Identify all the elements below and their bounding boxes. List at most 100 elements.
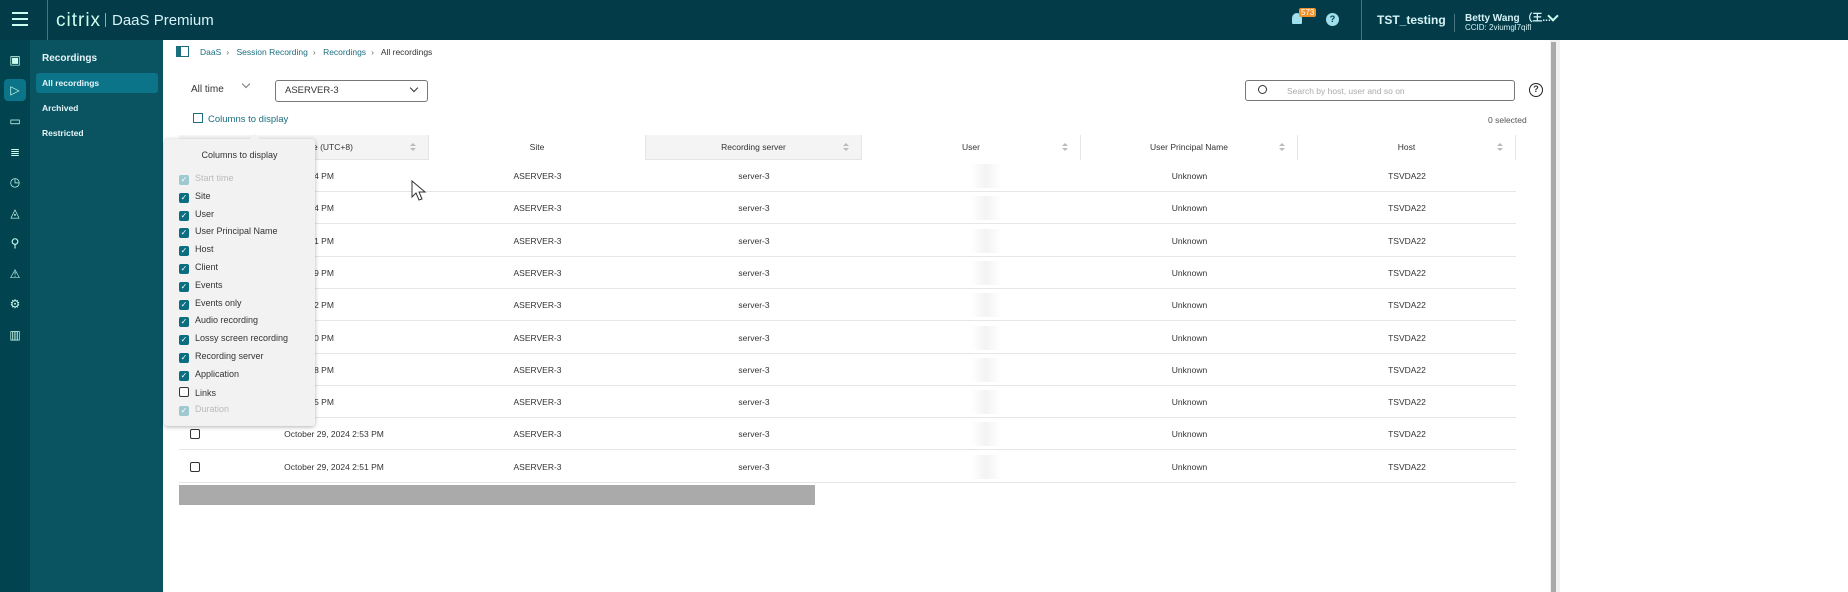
- checkbox[interactable]: ✓: [179, 335, 189, 346]
- cell-upn: Unknown: [1171, 203, 1208, 214]
- cell-site: ASERVER-3: [513, 429, 562, 440]
- table-row[interactable]: 2024 3:49 PM ASERVER-3 server-3 Unknown …: [179, 257, 1516, 289]
- checkbox[interactable]: ✓: [179, 353, 189, 363]
- checkbox[interactable]: ✓: [179, 370, 189, 381]
- time-filter[interactable]: All time: [191, 84, 224, 95]
- notification-badge[interactable]: 573: [1299, 8, 1317, 17]
- subnav: Recordings All recordings Archived Restr…: [30, 40, 163, 592]
- column-option-client[interactable]: ✓ Client: [179, 262, 218, 276]
- subnav-item-archived[interactable]: Archived: [36, 98, 158, 118]
- header-recording-server[interactable]: Recording server: [646, 135, 862, 160]
- main-content: DaaS › Session Recording › Recordings › All…: [163, 40, 1848, 592]
- cell-upn: Unknown: [1171, 397, 1208, 408]
- cell-user-redacted: [971, 164, 1001, 188]
- column-option-events[interactable]: ✓ Events: [179, 280, 223, 294]
- column-option-host[interactable]: ✓ Host: [179, 244, 214, 258]
- columns-link-label: Columns to display: [208, 114, 289, 125]
- bell-icon[interactable]: ◬: [7, 205, 23, 221]
- divider: [105, 13, 106, 27]
- user-list-icon[interactable]: ⚲: [7, 235, 23, 251]
- checkbox[interactable]: ✓: [179, 299, 189, 310]
- row-checkbox[interactable]: [190, 429, 200, 440]
- checkbox[interactable]: ✓: [179, 264, 189, 274]
- sort-icon[interactable]: [1062, 143, 1068, 153]
- cell-site: ASERVER-3: [513, 235, 562, 246]
- table-row[interactable]: 2024 3:51 PM ASERVER-3 server-3 Unknown …: [179, 225, 1516, 257]
- user-name[interactable]: Betty Wang （王...: [1465, 9, 1551, 24]
- cell-upn: Unknown: [1171, 300, 1208, 311]
- help-icon[interactable]: ?: [1326, 13, 1339, 26]
- search-input[interactable]: Search by host, user and so on: [1245, 80, 1515, 101]
- breadcrumb-recordings[interactable]: Recordings: [323, 47, 366, 57]
- column-option-lossy-screen-recording[interactable]: ✓ Lossy screen recording: [179, 333, 288, 347]
- vertical-scrollbar[interactable]: [1551, 42, 1556, 592]
- column-option-application[interactable]: ✓ Application: [179, 369, 239, 383]
- sort-icon[interactable]: [843, 143, 849, 153]
- table-row[interactable]: 2024 3:54 PM ASERVER-3 server-3 Unknown …: [179, 192, 1516, 225]
- sort-icon[interactable]: [410, 143, 416, 153]
- columns-icon: [193, 113, 203, 123]
- column-option-user-principal-name[interactable]: ✓ User Principal Name: [179, 226, 278, 240]
- column-option-site[interactable]: ✓ Site: [179, 191, 211, 205]
- subnav-item-all-recordings[interactable]: All recordings: [36, 73, 158, 93]
- dashboard-icon[interactable]: ▣: [7, 52, 23, 68]
- checkbox[interactable]: ✓: [179, 192, 189, 203]
- subnav-item-restricted[interactable]: Restricted: [36, 123, 158, 143]
- table-row[interactable]: 2024 2:55 PM ASERVER-3 server-3 Unknown …: [179, 386, 1516, 419]
- cell-user-redacted: [971, 422, 1001, 447]
- checkbox[interactable]: ✓: [179, 246, 189, 257]
- cell-upn: Unknown: [1171, 429, 1208, 440]
- table-row[interactable]: 2024 4:04 PM ASERVER-3 server-3 Unknown …: [179, 160, 1516, 192]
- checkbox[interactable]: ✓: [179, 228, 189, 239]
- policy-icon[interactable]: ◷: [7, 174, 23, 190]
- breadcrumb-session-recording[interactable]: Session Recording: [236, 47, 307, 57]
- checkbox[interactable]: [179, 386, 189, 397]
- columns-popup: Columns to display ✓ Start time ✓ Site ✓ User…: [164, 134, 315, 426]
- chevron-down-icon[interactable]: [241, 79, 251, 89]
- checkbox[interactable]: ✓: [179, 317, 189, 328]
- option-label: Recording server: [195, 351, 264, 361]
- site-select[interactable]: ASERVER-3: [275, 80, 428, 102]
- table-row[interactable]: 2024 3:02 PM ASERVER-3 server-3 Unknown …: [179, 289, 1516, 322]
- column-option-user[interactable]: ✓ User: [179, 209, 214, 223]
- sort-icon[interactable]: [1279, 143, 1285, 153]
- tenant-name[interactable]: TST_testing: [1377, 13, 1446, 27]
- option-label: Application: [195, 368, 240, 379]
- library-icon[interactable]: ▥: [7, 327, 23, 343]
- alert-window-icon[interactable]: ⚠: [7, 266, 23, 282]
- row-checkbox[interactable]: [190, 461, 200, 472]
- cell-recording-server: server-3: [738, 461, 770, 472]
- sort-icon[interactable]: [1497, 143, 1503, 153]
- cell-site: ASERVER-3: [513, 364, 562, 375]
- cell-start-time: October 29, 2024 2:51 PM: [284, 461, 384, 472]
- recordings-icon[interactable]: ▷: [4, 79, 26, 101]
- table-row[interactable]: 2024 2:58 PM ASERVER-3 server-3 Unknown …: [179, 354, 1516, 386]
- columns-to-display-button[interactable]: Columns to display: [193, 113, 288, 125]
- checkbox[interactable]: ✓: [179, 210, 189, 221]
- header-user[interactable]: User: [862, 135, 1081, 160]
- table-row[interactable]: October 29, 2024 2:51 PM ASERVER-3 serve…: [179, 451, 1516, 483]
- table-row[interactable]: 2024 3:00 PM ASERVER-3 server-3 Unknown …: [179, 322, 1516, 354]
- table-row[interactable]: October 29, 2024 2:53 PM ASERVER-3 serve…: [179, 418, 1516, 451]
- breadcrumb-daas[interactable]: DaaS: [200, 47, 221, 57]
- horizontal-scrollbar[interactable]: [179, 485, 815, 505]
- checkbox[interactable]: ✓: [179, 281, 189, 292]
- column-option-links[interactable]: Links: [179, 386, 216, 401]
- column-option-events-only[interactable]: ✓ Events only: [179, 298, 242, 312]
- header-site[interactable]: Site: [429, 135, 646, 160]
- search-icon: [1258, 85, 1267, 94]
- column-option-audio-recording[interactable]: ✓ Audio recording: [179, 315, 258, 329]
- cell-host: TSVDA22: [1388, 235, 1426, 246]
- panel-toggle-icon[interactable]: [176, 46, 189, 57]
- cell-user-redacted: [971, 357, 1001, 382]
- header-upn[interactable]: User Principal Name: [1081, 135, 1298, 160]
- column-option-recording-server[interactable]: ✓ Recording server: [179, 351, 264, 365]
- gear-icon[interactable]: ⚙: [7, 296, 23, 312]
- option-label: User Principal Name: [195, 226, 278, 237]
- header-host[interactable]: Host: [1298, 135, 1516, 160]
- chat-icon[interactable]: ▭: [7, 113, 23, 129]
- scroll-icon[interactable]: ≣: [7, 144, 23, 160]
- help-icon[interactable]: ?: [1529, 83, 1543, 97]
- cell-recording-server: server-3: [738, 332, 770, 343]
- menu-icon[interactable]: [12, 12, 28, 26]
